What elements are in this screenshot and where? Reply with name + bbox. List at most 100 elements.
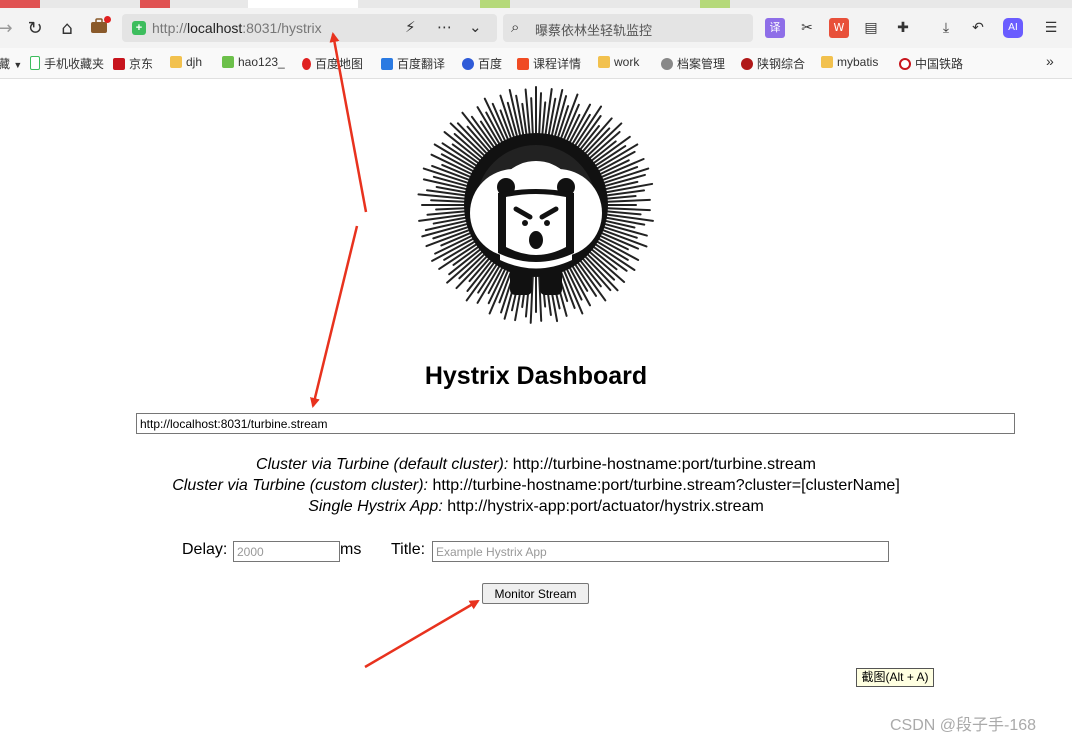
bookmarks-bar: 藏 ▼ 手机收藏夹 京东 djh hao123_ 百度地图 百度翻译 百度 课程… bbox=[0, 48, 1072, 79]
bookmark-label: 百度翻译 bbox=[397, 57, 446, 71]
bookmark-label: 中国铁路 bbox=[915, 57, 964, 71]
bookmark-label: mybatis bbox=[837, 55, 879, 69]
home-icon[interactable]: ⌂ bbox=[56, 18, 78, 40]
monitor-stream-button[interactable]: Monitor Stream bbox=[482, 583, 589, 604]
railway-icon bbox=[899, 58, 911, 70]
spike bbox=[600, 198, 651, 204]
office-extension-icon[interactable]: W bbox=[829, 18, 849, 38]
lightning-icon[interactable]: ⚡ bbox=[405, 18, 416, 36]
download-icon[interactable]: ⤓ bbox=[936, 18, 956, 38]
folder-icon bbox=[170, 56, 182, 68]
bookmark-item[interactable]: 中国铁路 bbox=[899, 55, 963, 72]
bookmark-item[interactable]: 藏 ▼ bbox=[0, 55, 22, 72]
spike bbox=[530, 97, 535, 141]
url-host: localhost bbox=[187, 20, 243, 36]
dropdown-icon: ▼ bbox=[13, 60, 23, 70]
bookmark-label: 百度地图 bbox=[315, 57, 364, 71]
hint-value: http://turbine-hostname:port/turbine.str… bbox=[428, 477, 900, 494]
hint-value: http://hystrix-app:port/actuator/hystrix… bbox=[442, 498, 764, 515]
translate-icon bbox=[381, 58, 393, 70]
folder-icon bbox=[598, 56, 610, 68]
bookmark-item[interactable]: 百度翻译 bbox=[381, 55, 445, 72]
bookmark-item[interactable]: hao123_ bbox=[222, 55, 285, 69]
address-bar[interactable]: + http://localhost:8031/hystrix ⚡ ⋯ ⌄ bbox=[122, 14, 497, 42]
hint-label: Single Hystrix App: bbox=[308, 498, 443, 515]
bookmark-label: 陕钢综合 bbox=[757, 57, 806, 71]
steel-icon bbox=[741, 58, 753, 70]
watermark: CSDN @段子手-168 bbox=[890, 717, 1037, 734]
hint-label: Cluster via Turbine (default cluster): bbox=[256, 456, 509, 473]
bookmark-item[interactable]: 课程详情 bbox=[517, 55, 581, 72]
hao123-icon bbox=[222, 56, 234, 68]
hint-default-cluster: Cluster via Turbine (default cluster): h… bbox=[0, 456, 1072, 474]
more-options-icon[interactable]: ⋯ bbox=[437, 18, 452, 36]
ai-icon[interactable]: AI bbox=[1003, 18, 1023, 38]
tab[interactable] bbox=[0, 0, 40, 8]
bookmark-label: 档案管理 bbox=[677, 57, 726, 71]
search-suggestion[interactable]: 曝蔡依林坐轻轨监控 bbox=[535, 20, 652, 39]
briefcase-icon[interactable] bbox=[88, 16, 111, 40]
map-pin-icon bbox=[302, 58, 311, 70]
search-box[interactable]: ⌕ 曝蔡依林坐轻轨监控 bbox=[503, 14, 753, 42]
url-path: :8031/hystrix bbox=[242, 20, 322, 36]
globe-icon bbox=[661, 58, 673, 70]
bookmark-label: hao123_ bbox=[238, 55, 285, 69]
chevron-down-icon[interactable]: ⌄ bbox=[469, 18, 482, 36]
tab-strip bbox=[0, 0, 1072, 8]
hystrix-logo bbox=[406, 85, 668, 325]
bookmark-label: 课程详情 bbox=[533, 57, 582, 71]
hint-value: http://turbine-hostname:port/turbine.str… bbox=[508, 456, 816, 473]
title-label: Title: bbox=[391, 541, 426, 558]
bookmark-item[interactable]: 京东 bbox=[113, 55, 153, 72]
bookmark-label: 手机收藏夹 bbox=[44, 57, 105, 71]
tab[interactable] bbox=[480, 0, 510, 8]
tab-active[interactable] bbox=[248, 0, 358, 8]
bookmark-item[interactable]: 百度地图 bbox=[302, 55, 363, 72]
folder-icon bbox=[821, 56, 833, 68]
phone-icon bbox=[30, 56, 40, 70]
bookmark-label: 藏 bbox=[0, 57, 11, 71]
bookmark-item[interactable]: work bbox=[598, 55, 639, 69]
menu-icon[interactable]: ☰ bbox=[1041, 18, 1061, 38]
secure-icon: + bbox=[132, 21, 146, 35]
delay-unit: ms bbox=[340, 541, 362, 558]
notification-dot bbox=[104, 16, 111, 23]
baidu-icon bbox=[462, 58, 474, 70]
page-title: Hystrix Dashboard bbox=[424, 362, 648, 390]
course-icon bbox=[517, 58, 529, 70]
hint-custom-cluster: Cluster via Turbine (custom cluster): ht… bbox=[0, 477, 1072, 495]
forward-icon[interactable]: → bbox=[0, 18, 16, 40]
bookmark-label: 百度 bbox=[478, 57, 503, 71]
browser-toolbar: → ↻ ⌂ + http://localhost:8031/hystrix ⚡ … bbox=[0, 8, 1072, 48]
hint-single-app: Single Hystrix App: http://hystrix-app:p… bbox=[0, 498, 1072, 516]
stream-url-input[interactable] bbox=[136, 413, 1015, 434]
bookmark-item[interactable]: 百度 bbox=[462, 55, 502, 72]
url-text[interactable]: http://localhost:8031/hystrix bbox=[152, 20, 322, 36]
bookmark-label: work bbox=[614, 55, 640, 69]
url-prefix: http:// bbox=[152, 20, 188, 36]
tab[interactable] bbox=[140, 0, 170, 8]
tab[interactable] bbox=[700, 0, 730, 8]
bookmark-label: djh bbox=[186, 55, 203, 69]
bookmark-item[interactable]: 档案管理 bbox=[661, 55, 725, 72]
spike bbox=[600, 206, 651, 212]
bookmarks-more-icon[interactable]: » bbox=[1046, 53, 1054, 69]
bookmark-label: » bbox=[1046, 53, 1054, 69]
undo-icon[interactable]: ↶ bbox=[968, 18, 988, 38]
delay-input[interactable] bbox=[233, 541, 340, 562]
title-input[interactable] bbox=[432, 541, 889, 562]
puzzle-icon[interactable]: ✚ bbox=[893, 18, 913, 38]
bookmark-item[interactable]: mybatis bbox=[821, 55, 878, 69]
hint-label: Cluster via Turbine (custom cluster): bbox=[172, 477, 428, 494]
arrow-to-monitor-button bbox=[364, 599, 480, 669]
spike bbox=[537, 92, 543, 141]
delay-label: Delay: bbox=[182, 541, 228, 558]
bookmark-item[interactable]: djh bbox=[170, 55, 202, 69]
bookmark-item[interactable]: 陕钢综合 bbox=[741, 55, 805, 72]
search-icon: ⌕ bbox=[511, 18, 520, 36]
bookmark-item[interactable]: 手机收藏夹 bbox=[30, 55, 104, 72]
scissors-icon[interactable]: ✂ bbox=[797, 18, 817, 38]
reader-icon[interactable]: ▤ bbox=[861, 18, 881, 38]
reload-icon[interactable]: ↻ bbox=[24, 18, 46, 40]
translate-extension-icon[interactable]: 译 bbox=[765, 18, 785, 38]
